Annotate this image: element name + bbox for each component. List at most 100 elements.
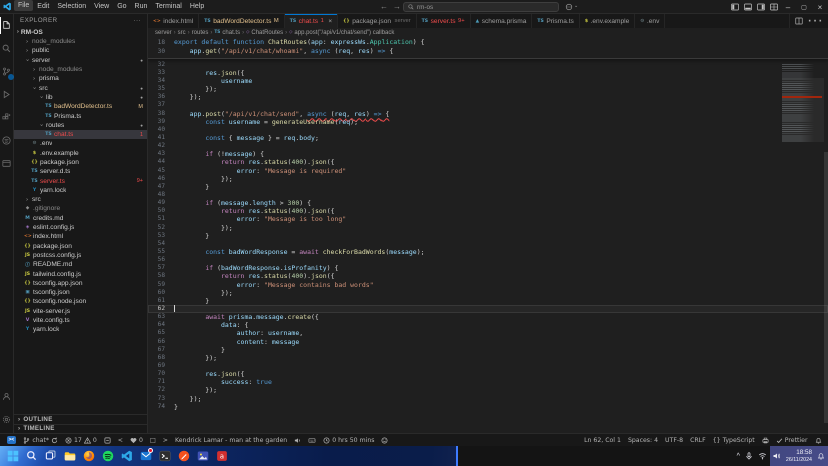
status-keyboard-status[interactable]	[305, 434, 320, 447]
extensions-icon[interactable]	[0, 106, 14, 129]
code-line[interactable]: 52 });	[148, 224, 828, 232]
run-debug-icon[interactable]	[0, 83, 14, 106]
status-notifications[interactable]	[811, 434, 825, 447]
command-center-search[interactable]: rm-os	[403, 2, 559, 12]
status-git-branch[interactable]: chat*	[20, 434, 62, 447]
status-extension-status[interactable]	[100, 434, 114, 447]
menu-terminal[interactable]: Terminal	[151, 0, 185, 14]
breadcrumb-item[interactable]: TSchat.ts	[214, 30, 240, 36]
status-music-volume[interactable]	[291, 434, 305, 447]
code-line[interactable]: 43 if (!message) {	[148, 150, 828, 158]
menu-selection[interactable]: Selection	[53, 0, 90, 14]
code-line[interactable]: 18export default function ChatRoutes(app…	[148, 38, 828, 47]
code-line[interactable]: 53 }	[148, 232, 828, 240]
panel-timeline[interactable]: ›TIMELINE	[14, 424, 147, 434]
code-line[interactable]: 55 const badWordResponse = await checkFo…	[148, 248, 828, 256]
code-line[interactable]: 74}	[148, 403, 828, 411]
code-line[interactable]: 59 error: "Message contains bad words"	[148, 281, 828, 289]
tab-package.json[interactable]: {}package.jsonserver	[338, 14, 417, 28]
file-item[interactable]: {}tsconfig.node.json	[14, 297, 147, 306]
remote-window-icon[interactable]	[0, 152, 14, 175]
status-cursor-position[interactable]: Ln 62, Col 1	[581, 434, 625, 447]
menu-help[interactable]: Help	[186, 0, 208, 14]
source-control-icon[interactable]	[0, 60, 14, 83]
code-line[interactable]: 32	[148, 61, 828, 69]
status-prettier[interactable]: Prettier	[772, 434, 811, 447]
account-icon[interactable]	[0, 385, 14, 408]
code-line[interactable]: 49 if (message.length > 300) {	[148, 199, 828, 207]
tab-server.ts[interactable]: TSserver.ts9+	[417, 14, 471, 28]
file-item[interactable]: ▣tsconfig.json	[14, 288, 147, 297]
code-line[interactable]: 67 }	[148, 346, 828, 354]
tray-notification-icon[interactable]	[817, 452, 825, 460]
breadcrumb-item[interactable]: ◇ChatRoutes	[246, 30, 283, 36]
tab-.env[interactable]: ⚙.env	[635, 14, 665, 28]
code-line[interactable]: 71 success: true	[148, 378, 828, 386]
code-line[interactable]: 62	[148, 305, 828, 313]
file-item[interactable]: {}package.json	[14, 158, 147, 167]
folder-item[interactable]: ›src●	[14, 83, 147, 92]
file-item[interactable]: Yyarn.lock	[14, 325, 147, 334]
taskbar-start-icon[interactable]	[6, 449, 19, 462]
folder-item[interactable]: ›server●	[14, 56, 147, 65]
file-item[interactable]: JStailwind.config.js	[14, 269, 147, 278]
code-line[interactable]: 41 const { message } = req.body;	[148, 134, 828, 142]
status-music-track[interactable]: Kendrick Lamar - man at the garden	[171, 434, 290, 447]
status-time-tracker[interactable]: 0 hrs 50 mins	[320, 434, 378, 447]
file-item[interactable]: $.env.example	[14, 149, 147, 158]
status-eol[interactable]: CRLF	[687, 434, 710, 447]
code-line[interactable]: 36 });	[148, 93, 828, 101]
file-item[interactable]: TSserver.ts9+	[14, 176, 147, 185]
status-encoding[interactable]: UTF-8	[662, 434, 687, 447]
folder-item[interactable]: ›src	[14, 195, 147, 204]
code-line[interactable]: 37	[148, 101, 828, 109]
code-line[interactable]: 46 });	[148, 175, 828, 183]
file-item[interactable]: ⚙.env	[14, 139, 147, 148]
file-item[interactable]: TSchat.ts1	[14, 130, 147, 139]
status-feedback-smiley[interactable]	[378, 434, 392, 447]
taskbar-clock[interactable]: 18:58 26/11/2024	[786, 449, 812, 462]
breadcrumb-item[interactable]: ◇app.post("/api/v1/chat/send") callback	[289, 30, 394, 36]
copilot-icon[interactable]: ⌄	[565, 3, 578, 11]
search-icon[interactable]	[0, 37, 14, 60]
file-item[interactable]: TSbadWordDetector.tsM	[14, 102, 147, 111]
split-editor-icon[interactable]	[795, 17, 803, 25]
folder-item[interactable]: ›routes●	[14, 121, 147, 130]
tray-mic-icon[interactable]	[745, 452, 753, 460]
explorer-more-actions-icon[interactable]: ···	[134, 17, 142, 24]
taskbar-vscode-icon[interactable]	[120, 449, 133, 462]
folder-item[interactable]: ›public	[14, 46, 147, 55]
nav-forward-icon[interactable]: →	[393, 0, 401, 13]
toggle-sidebar-icon[interactable]	[728, 0, 741, 14]
taskbar-red-a-app-icon[interactable]: a	[215, 449, 228, 462]
code-line[interactable]: 40	[148, 126, 828, 134]
file-item[interactable]: Yyarn.lock	[14, 186, 147, 195]
tray-volume-icon[interactable]	[772, 452, 781, 460]
code-line[interactable]: 68 });	[148, 354, 828, 362]
sticky-scroll[interactable]: 18export default function ChatRoutes(app…	[148, 37, 828, 59]
workspace-root-folder[interactable]: › RM-OS	[14, 27, 147, 37]
code-line[interactable]: 64 data: {	[148, 321, 828, 329]
code-line[interactable]: 45 error: "Message is required"	[148, 167, 828, 175]
code-line[interactable]: 73 });	[148, 395, 828, 403]
tab-index.html[interactable]: <>index.html	[148, 14, 199, 28]
status-indentation[interactable]: Spaces: 4	[624, 434, 661, 447]
toggle-secondary-sidebar-icon[interactable]	[754, 0, 767, 14]
taskbar-search-icon[interactable]	[25, 449, 38, 462]
code-line[interactable]: 50 return res.status(400).json({	[148, 207, 828, 215]
nav-back-icon[interactable]: ←	[380, 0, 388, 13]
code-editor[interactable]: 18export default function ChatRoutes(app…	[148, 37, 828, 433]
code-line[interactable]: 30 app.get("/api/v1/chat/whoami", async …	[148, 47, 828, 56]
code-line[interactable]: 44 return res.status(400).json({	[148, 158, 828, 166]
file-item[interactable]: {}package.json	[14, 242, 147, 251]
code-line[interactable]: 70 res.json({	[148, 370, 828, 378]
spotify-icon[interactable]	[0, 129, 14, 152]
file-item[interactable]: Vvite.config.ts	[14, 316, 147, 325]
status-music-stop[interactable]: □	[146, 434, 159, 447]
menu-view[interactable]: View	[90, 0, 113, 14]
toggle-panel-icon[interactable]	[741, 0, 754, 14]
explorer-icon[interactable]	[0, 14, 14, 37]
tray-chevron-up-icon[interactable]: ^	[737, 453, 740, 460]
code-line[interactable]: 72 });	[148, 386, 828, 394]
folder-item[interactable]: ›node_modules	[14, 37, 147, 46]
